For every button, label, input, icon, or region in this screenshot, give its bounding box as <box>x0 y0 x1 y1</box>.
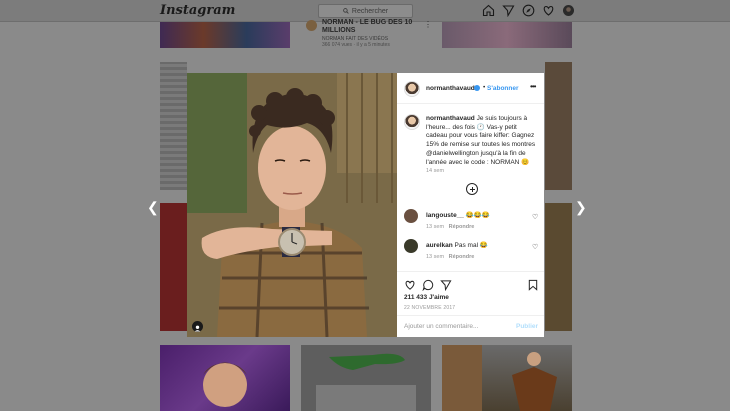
feed-thumbnail[interactable] <box>160 203 187 331</box>
feed-thumbnail[interactable] <box>545 203 572 331</box>
direct-icon[interactable] <box>502 4 515 18</box>
like-comment-icon[interactable]: ♡ <box>532 243 538 251</box>
search-input[interactable]: Rechercher <box>318 4 413 18</box>
commenter-username[interactable]: langouste__ <box>426 212 464 219</box>
commenter-username[interactable]: aurelkan <box>426 242 453 249</box>
explore-icon[interactable] <box>522 4 535 17</box>
like-count[interactable]: 211 433 J'aime <box>404 294 449 301</box>
author-username[interactable]: normanthavaud <box>426 85 475 92</box>
channel-avatar <box>306 20 317 31</box>
instagram-logo[interactable]: Instagram <box>160 3 235 18</box>
separator-dot: • <box>483 84 486 91</box>
comment-text: aurelkan Pas mal 😂 <box>426 242 488 249</box>
author-avatar[interactable] <box>404 114 420 130</box>
share-icon[interactable] <box>440 278 452 292</box>
post-caption: normanthavaud Je suis toujours à l'heure… <box>426 115 538 167</box>
bookmark-icon[interactable] <box>527 278 539 291</box>
feed-thumbnail[interactable] <box>160 62 187 190</box>
more-options-icon[interactable]: ⋮ <box>424 20 432 29</box>
heart-icon[interactable] <box>542 4 555 17</box>
more-options-icon[interactable]: ••• <box>530 82 536 91</box>
comment-meta: 13 sem Répondre <box>426 224 474 230</box>
post-date: 22 NOVEMBRE 2017 <box>404 305 456 311</box>
reply-button[interactable]: Répondre <box>449 224 475 230</box>
verified-badge-icon <box>474 85 480 91</box>
comment-icon[interactable] <box>422 278 434 292</box>
feed-thumbnail[interactable] <box>301 345 431 411</box>
home-icon[interactable] <box>482 4 495 17</box>
comment-meta: 13 sem Répondre <box>426 254 474 260</box>
comment-text: langouste__ 😂😂😂 <box>426 212 491 219</box>
like-icon[interactable] <box>404 278 416 290</box>
caption-timestamp: 14 sem <box>426 168 445 174</box>
post-header: normanthavaud • S'abonner ••• <box>397 73 544 104</box>
add-comment-bar: Ajouter un commentaire... Publier <box>397 315 544 338</box>
commenter-avatar[interactable] <box>404 239 418 253</box>
search-placeholder: Rechercher <box>351 7 389 15</box>
search-icon <box>343 8 349 14</box>
load-more-comments-icon[interactable] <box>466 183 478 195</box>
follow-button[interactable]: S'abonner <box>487 85 519 92</box>
next-post-arrow[interactable]: ❯ <box>575 199 587 216</box>
video-title: NORMAN - LE BUG DES 10 MILLIONS <box>322 19 413 34</box>
post-detail-panel: normanthavaud • S'abonner ••• normanthav… <box>397 73 544 337</box>
publish-button[interactable]: Publier <box>516 323 538 330</box>
post-actions: 211 433 J'aime 22 NOVEMBRE 2017 Ajouter … <box>397 271 544 337</box>
post-photo[interactable] <box>187 73 397 337</box>
author-avatar[interactable] <box>404 81 420 97</box>
comment-time: 13 sem <box>426 224 445 230</box>
feed-thumbnail[interactable] <box>160 22 290 48</box>
caption-username[interactable]: normanthavaud <box>426 115 475 122</box>
caption-text: Je suis toujours à l'heure... des fois 🕐… <box>426 115 536 166</box>
like-comment-icon[interactable]: ♡ <box>532 213 538 221</box>
reply-button[interactable]: Répondre <box>449 254 475 260</box>
profile-avatar-icon[interactable] <box>562 4 575 17</box>
feed-thumbnail[interactable] <box>442 22 572 48</box>
comment-time: 13 sem <box>426 254 445 260</box>
commenter-avatar[interactable] <box>404 209 418 223</box>
feed-thumbnail[interactable] <box>442 345 572 411</box>
feed-thumbnail[interactable] <box>545 62 572 190</box>
comment-input[interactable]: Ajouter un commentaire... <box>404 323 478 330</box>
previous-post-arrow[interactable]: ❮ <box>147 199 159 216</box>
video-meta: 366 074 vues · il y a 5 minutes <box>322 42 390 48</box>
tagged-user-icon[interactable] <box>192 321 203 332</box>
feed-thumbnail[interactable] <box>160 345 290 411</box>
